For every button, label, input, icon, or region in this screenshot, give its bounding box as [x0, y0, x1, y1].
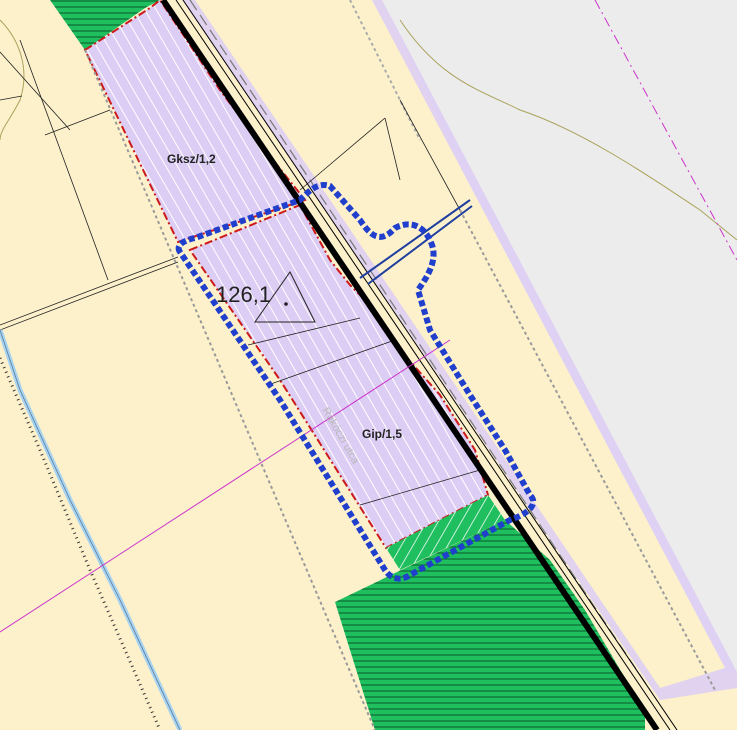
zoning-map[interactable]: Gksz/1,2 Gip/1,5 126,1 Rákóczi utca — [0, 0, 737, 730]
elevation-value: 126,1 — [216, 282, 271, 307]
elevation-point-icon — [284, 302, 288, 306]
zone-label-gip: Gip/1,5 — [362, 427, 402, 441]
zone-label-gksz: Gksz/1,2 — [167, 152, 216, 166]
